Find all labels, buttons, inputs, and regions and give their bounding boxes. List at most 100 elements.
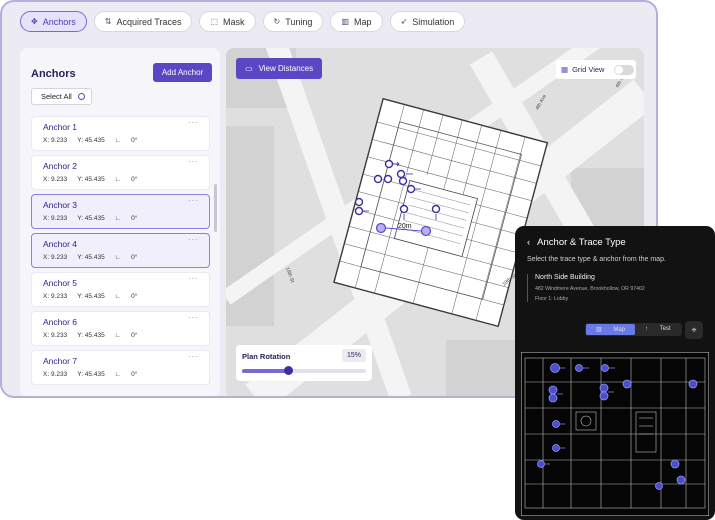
anchor-angle: 0° [131,371,138,378]
anchor-marker[interactable] [406,184,416,194]
segment-map[interactable]: ▥ Map [586,324,636,335]
tab-simulation[interactable]: ➶ Simulation [389,11,466,32]
anchor-angle: 0° [131,254,138,261]
angle-icon: ∟ [114,215,122,222]
anchor-marker[interactable] [548,393,558,403]
tab-anchors[interactable]: ✥ Anchors [20,11,87,32]
anchor-marker[interactable] [383,174,393,184]
anchor-marker[interactable] [599,383,609,393]
pin-icon: ↑ [645,326,650,332]
more-options-icon[interactable]: ··· [188,118,199,127]
more-options-icon[interactable]: ··· [188,313,199,322]
view-distances-label: View Distances [258,64,314,73]
anchor-marker[interactable] [550,363,560,373]
tab-map[interactable]: ▥ Map [330,11,383,32]
anchor-marker[interactable] [601,364,609,372]
anchor-marker[interactable] [599,391,609,401]
anchor-marker[interactable] [431,204,441,214]
anchor-x: X: 9.233 [43,176,68,183]
tab-label: Tuning [285,16,313,27]
mobile-subtitle: Select the trace type & anchor from the … [527,256,666,263]
segment-test[interactable]: ↑ Test [635,324,681,335]
anchor-name: Anchor 7 [43,356,78,366]
tab-tuning[interactable]: ↻ Tuning [262,11,324,32]
tab-acquired-traces[interactable]: ⇅ Acquired Traces [93,11,193,32]
anchor-marker[interactable] [548,385,558,395]
anchor-marker[interactable] [622,379,632,389]
anchor-marker[interactable] [354,206,364,216]
rotation-label: Plan Rotation [242,352,291,361]
street-label: 19th St [284,267,295,285]
add-anchor-button[interactable]: Add Anchor [153,63,212,82]
list-item[interactable]: Anchor 6 X: 9.233 Y: 45.435 ∟ 0° ··· [31,311,210,346]
list-item[interactable]: Anchor 2 X: 9.233 Y: 45.435 ∟ 0° ··· [31,155,210,190]
map-icon: ▥ [341,17,349,26]
list-scrollbar[interactable] [214,184,217,232]
mobile-floor-map[interactable] [521,352,709,516]
anchor-angle: 0° [131,176,138,183]
anchor-marker[interactable] [575,364,583,372]
more-options-icon[interactable]: ··· [188,352,199,361]
segment-map-label: Map [613,327,626,333]
mobile-header: ‹ Anchor & Trace Type [527,237,626,248]
tab-mask[interactable]: ⬚ Mask [199,11,256,32]
anchor-y: Y: 45.435 [77,215,105,222]
grid-view-toggle[interactable]: ▦ Grid View [556,60,636,79]
ruler-icon: ▭ [245,64,253,73]
anchor-x: X: 9.233 [43,254,68,261]
back-chevron-icon[interactable]: ‹ [527,237,530,248]
anchor-marker[interactable] [399,204,409,214]
select-all-button[interactable]: Select All [31,88,92,105]
anchor-marker[interactable] [396,169,406,179]
rotation-slider[interactable] [242,366,366,375]
anchor-marker[interactable] [552,444,560,452]
tab-label: Acquired Traces [116,16,182,27]
list-item[interactable]: Anchor 5 X: 9.233 Y: 45.435 ∟ 0° ··· [31,272,210,307]
list-item[interactable]: Anchor 7 X: 9.233 Y: 45.435 ∟ 0° ··· [31,350,210,385]
list-item[interactable]: Anchor 3 X: 9.233 Y: 45.435 ∟ 0° ··· [31,194,210,229]
anchor-marker[interactable] [676,475,686,485]
anchor-marker[interactable] [373,174,383,184]
view-distances-button[interactable]: ▭ View Distances [236,58,323,79]
anchor-y: Y: 45.435 [77,176,105,183]
distance-label: 20m [398,223,412,230]
anchor-icon: ✥ [31,17,38,26]
anchor-y: Y: 45.435 [77,371,105,378]
list-item[interactable]: Anchor 4 X: 9.233 Y: 45.435 ∟ 0° ··· [31,233,210,268]
angle-icon: ∟ [114,293,122,300]
anchor-marker[interactable] [670,459,680,469]
anchor-y: Y: 45.435 [77,293,105,300]
anchor-x: X: 9.233 [43,215,68,222]
anchor-marker-selected[interactable] [420,225,432,237]
tab-label: Map [354,16,372,27]
anchor-marker[interactable] [688,379,698,389]
anchor-name: Anchor 3 [43,200,78,210]
anchor-marker[interactable] [398,176,408,186]
locate-icon[interactable]: ⌖ [685,321,703,339]
more-options-icon[interactable]: ··· [188,274,199,283]
anchor-y: Y: 45.435 [77,332,105,339]
anchor-marker[interactable] [354,197,364,207]
anchor-marker-selected[interactable] [375,222,387,234]
list-item[interactable]: Anchor 1 X: 9.233 Y: 45.435 ∟ 0° ··· [31,116,210,151]
radio-circle-icon [77,93,85,100]
toggle-switch[interactable] [614,64,635,75]
more-options-icon[interactable]: ··· [188,157,199,166]
anchors-panel: Anchors Add Anchor Select All Anchor 1 X… [20,48,220,396]
rotation-thumb[interactable] [283,366,293,375]
anchor-name: Anchor 6 [43,317,78,327]
mobile-title: Anchor & Trace Type [537,237,626,248]
angle-icon: ∟ [114,332,122,339]
anchor-x: X: 9.233 [43,293,68,300]
more-options-icon[interactable]: ··· [188,196,199,205]
more-options-icon[interactable]: ··· [188,235,199,244]
anchor-marker[interactable] [552,420,560,428]
tuning-icon: ↻ [273,17,281,26]
anchor-marker[interactable] [537,460,545,468]
rotation-value[interactable]: 15% [342,349,366,362]
anchor-y: Y: 45.435 [77,137,105,144]
anchor-marker[interactable] [384,159,394,169]
plan-rotation-control: Plan Rotation 15% [236,345,372,381]
building-info: North Side Building 482 Windmere Avenue,… [527,274,645,302]
anchor-marker[interactable] [655,482,663,490]
